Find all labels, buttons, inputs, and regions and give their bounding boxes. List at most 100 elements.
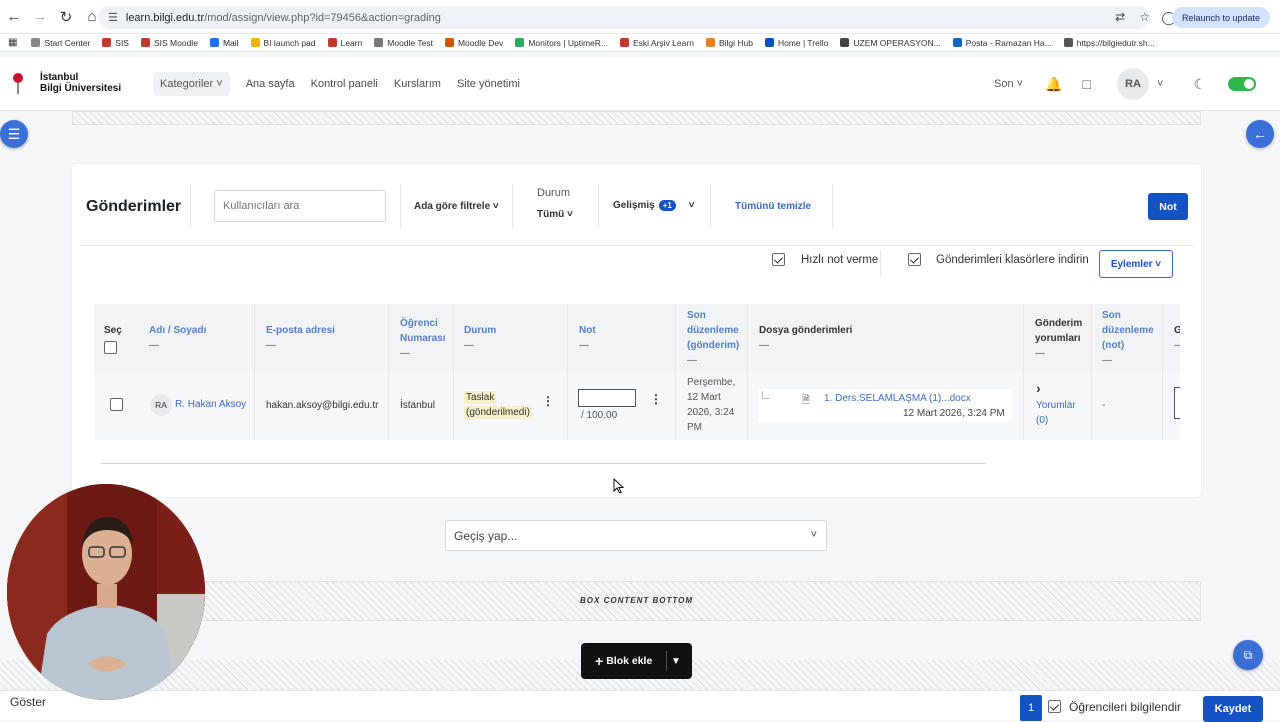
grade-kebab-menu-icon[interactable]: ⋮ xyxy=(650,392,662,407)
site-info-icon[interactable]: ☰ xyxy=(108,11,118,24)
bookmark-item[interactable]: Posta - Ramazan Ha... xyxy=(952,38,1052,48)
add-block-button[interactable]: + Blok ekle ▼ xyxy=(581,643,692,679)
bookmark-item[interactable]: Start Center xyxy=(31,38,90,48)
menu-home[interactable]: Ana sayfa xyxy=(246,78,295,90)
comments-link[interactable]: Yorumlar (0) xyxy=(1036,398,1076,428)
expand-fullscreen-icon[interactable]: ⧉ xyxy=(1233,640,1263,670)
address-bar[interactable]: ☰ learn.bilgi.edu.tr/mod/assign/view.php… xyxy=(98,6,1150,29)
header-dash: — xyxy=(400,348,410,359)
bookmark-item[interactable]: SIS Moodle xyxy=(140,38,198,48)
chevron-down-icon[interactable]: ▼ xyxy=(671,656,681,667)
file-link[interactable]: 1. Ders.SELAMLAŞMA (1)...docx xyxy=(824,391,971,406)
user-menu-area: Son ˅ 🔔 □ RA ˅ ☾ xyxy=(994,68,1280,100)
next-column-input[interactable] xyxy=(1174,387,1180,419)
bookmark-item[interactable]: Eski Arşiv Learn xyxy=(619,38,694,48)
notify-students-checkbox[interactable] xyxy=(1048,700,1061,713)
grade-button[interactable]: Not xyxy=(1148,193,1188,220)
menu-site-admin[interactable]: Site yönetimi xyxy=(457,78,520,90)
bookmark-favicon-icon xyxy=(327,38,337,47)
dark-mode-icon[interactable]: ☾ xyxy=(1193,76,1206,93)
file-date: 12 Mart 2026, 3:24 PM xyxy=(903,408,1005,419)
jump-to-select[interactable]: Geçiş yap... ˅ xyxy=(445,520,827,551)
bookmark-item[interactable]: UZEM OPERASYON... xyxy=(840,38,941,48)
quick-grading-checkbox[interactable] xyxy=(772,253,785,266)
comments-expand-icon[interactable]: › xyxy=(1036,381,1041,396)
url-path: /mod/assign/view.php?id=79456&action=gra… xyxy=(204,11,441,24)
menu-my-courses[interactable]: Kurslarım xyxy=(394,78,441,90)
reload-icon[interactable]: ↻ xyxy=(54,5,78,29)
bookmark-item[interactable]: Moodle Dev xyxy=(444,38,503,48)
bookmark-item[interactable]: SIS xyxy=(102,38,129,48)
user-menu-chevron-icon[interactable]: ˅ xyxy=(1157,78,1163,90)
menu-categories-label: Kategoriler xyxy=(160,78,214,90)
header-lmg-line1: Son xyxy=(1102,310,1121,321)
translate-icon[interactable]: ⇄ xyxy=(1115,10,1125,24)
scrollbar-thumb[interactable] xyxy=(100,463,986,464)
actions-dropdown[interactable]: Eylemler ˅ xyxy=(1099,250,1173,278)
select-all-checkbox[interactable] xyxy=(104,341,117,354)
back-arrow-icon[interactable]: ← xyxy=(2,5,26,29)
logo-line-2: Bilgi Üniversitesi xyxy=(40,83,122,94)
header-status[interactable]: Durum — xyxy=(464,323,496,353)
apps-grid-icon[interactable]: ▦ xyxy=(8,37,17,48)
bookmark-item[interactable]: Monitors | UptimeR... xyxy=(515,38,608,48)
header-last-modified-submission[interactable]: Son düzenleme (gönderim) — xyxy=(687,308,739,368)
bookmark-favicon-icon xyxy=(140,38,150,47)
download-folders-option[interactable]: Gönderimleri klasörlere indirin xyxy=(908,253,1089,266)
menu-categories[interactable]: Kategoriler ˅ xyxy=(153,72,230,96)
status-filter-dropdown[interactable]: Tümü ˅ xyxy=(537,209,573,220)
student-avatar[interactable]: RA xyxy=(150,394,172,416)
grade-input[interactable] xyxy=(578,389,636,407)
relaunch-button[interactable]: Relaunch to update xyxy=(1171,7,1270,28)
bookmark-item[interactable]: Home | Trello xyxy=(764,38,828,48)
header-last-modified-grade[interactable]: Son düzenleme (not) — xyxy=(1102,308,1154,368)
bookmark-star-icon[interactable]: ☆ xyxy=(1139,10,1150,24)
header-next-column: G — xyxy=(1174,323,1180,353)
university-logo-text[interactable]: İstanbul Bilgi Üniversitesi xyxy=(40,72,121,94)
bookmark-favicon-icon xyxy=(1063,38,1073,47)
course-index-toggle-icon[interactable]: ☰ xyxy=(0,120,28,148)
bookmark-favicon-icon xyxy=(209,38,219,47)
clear-all-filters-link[interactable]: Tümünü temizle xyxy=(735,201,811,212)
header-name[interactable]: Adı / Soyadı — xyxy=(149,323,206,353)
bookmark-item[interactable]: BI launch pad xyxy=(250,38,316,48)
advanced-filter-dropdown[interactable]: Gelişmiş +1 ˅ xyxy=(613,200,694,211)
user-search-input[interactable] xyxy=(214,190,386,222)
messages-icon[interactable]: □ xyxy=(1083,76,1091,92)
edit-mode-toggle[interactable] xyxy=(1228,77,1256,91)
page-number-badge[interactable]: 1 xyxy=(1020,695,1042,721)
submissions-card: Gönderimler Ada göre filtrele ˅ Durum Tü… xyxy=(72,164,1201,497)
name-filter-dropdown[interactable]: Ada göre filtrele ˅ xyxy=(414,201,499,212)
filter-toolbar: Gönderimler Ada göre filtrele ˅ Durum Tü… xyxy=(72,164,1201,246)
table-horizontal-scrollbar[interactable] xyxy=(94,462,1180,464)
row-select-checkbox[interactable] xyxy=(110,398,123,411)
user-avatar[interactable]: RA xyxy=(1117,68,1149,100)
bookmark-label: Mail xyxy=(222,37,239,48)
bookmark-item[interactable]: Mail xyxy=(209,37,239,48)
comments-line1: Yorumlar xyxy=(1036,400,1076,411)
forward-arrow-icon[interactable]: → xyxy=(28,5,52,29)
quick-grading-option[interactable]: Hızlı not verme xyxy=(772,253,878,266)
student-number: İstanbul xyxy=(400,400,436,411)
student-name-link[interactable]: R. Hakan Aksoy xyxy=(175,397,246,412)
language-menu[interactable]: Son ˅ xyxy=(994,78,1023,90)
bookmark-item[interactable]: Learn xyxy=(327,38,362,48)
bookmark-favicon-icon xyxy=(515,38,525,47)
status-kebab-menu-icon[interactable]: ⋮ xyxy=(542,394,554,409)
quick-grading-label: Hızlı not verme xyxy=(801,253,879,266)
header-student-number-line2: Numarası xyxy=(400,333,446,344)
save-button[interactable]: Kaydet xyxy=(1203,696,1263,722)
menu-dashboard[interactable]: Kontrol paneli xyxy=(311,78,378,90)
download-folders-label: Gönderimleri klasörlere indirin xyxy=(936,253,1089,266)
header-email[interactable]: E-posta adresi — xyxy=(266,323,335,353)
header-lmg-line3: (not) xyxy=(1102,340,1125,351)
bell-icon[interactable]: 🔔 xyxy=(1045,76,1062,93)
bookmark-item[interactable]: https://bilgiedutr.sh... xyxy=(1063,38,1155,48)
header-grade[interactable]: Not — xyxy=(579,323,596,353)
header-student-number[interactable]: Öğrenci Numarası — xyxy=(400,316,446,361)
bookmark-item[interactable]: Bilgi Hub xyxy=(705,38,753,48)
block-drawer-toggle-icon[interactable]: ← xyxy=(1246,120,1274,148)
download-folders-checkbox[interactable] xyxy=(908,253,921,266)
file-tree-icon xyxy=(762,391,770,399)
bookmark-item[interactable]: Moodle Test xyxy=(374,38,433,48)
